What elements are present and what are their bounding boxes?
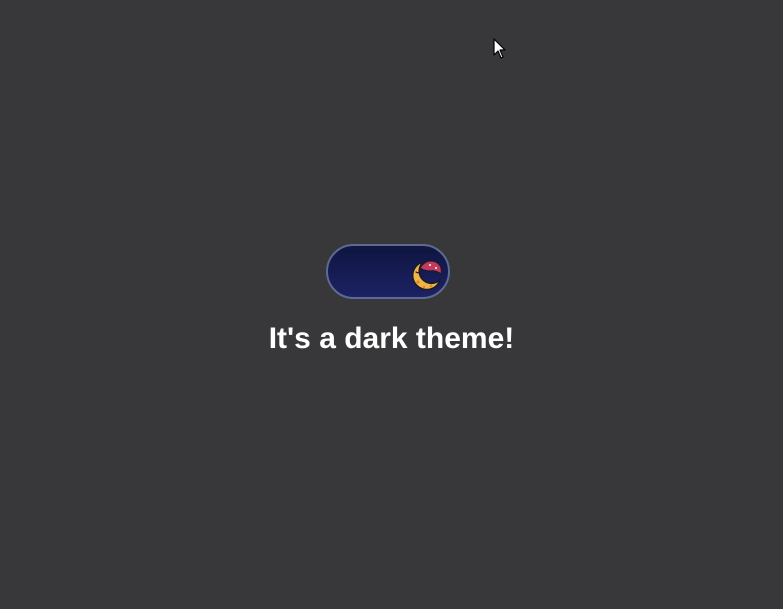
- cursor-arrow-icon: [493, 38, 506, 59]
- theme-toggle[interactable]: [326, 244, 450, 299]
- moon-icon: [412, 260, 443, 291]
- page-title: It's a dark theme!: [268, 322, 515, 355]
- page: It's a dark theme!: [0, 0, 783, 609]
